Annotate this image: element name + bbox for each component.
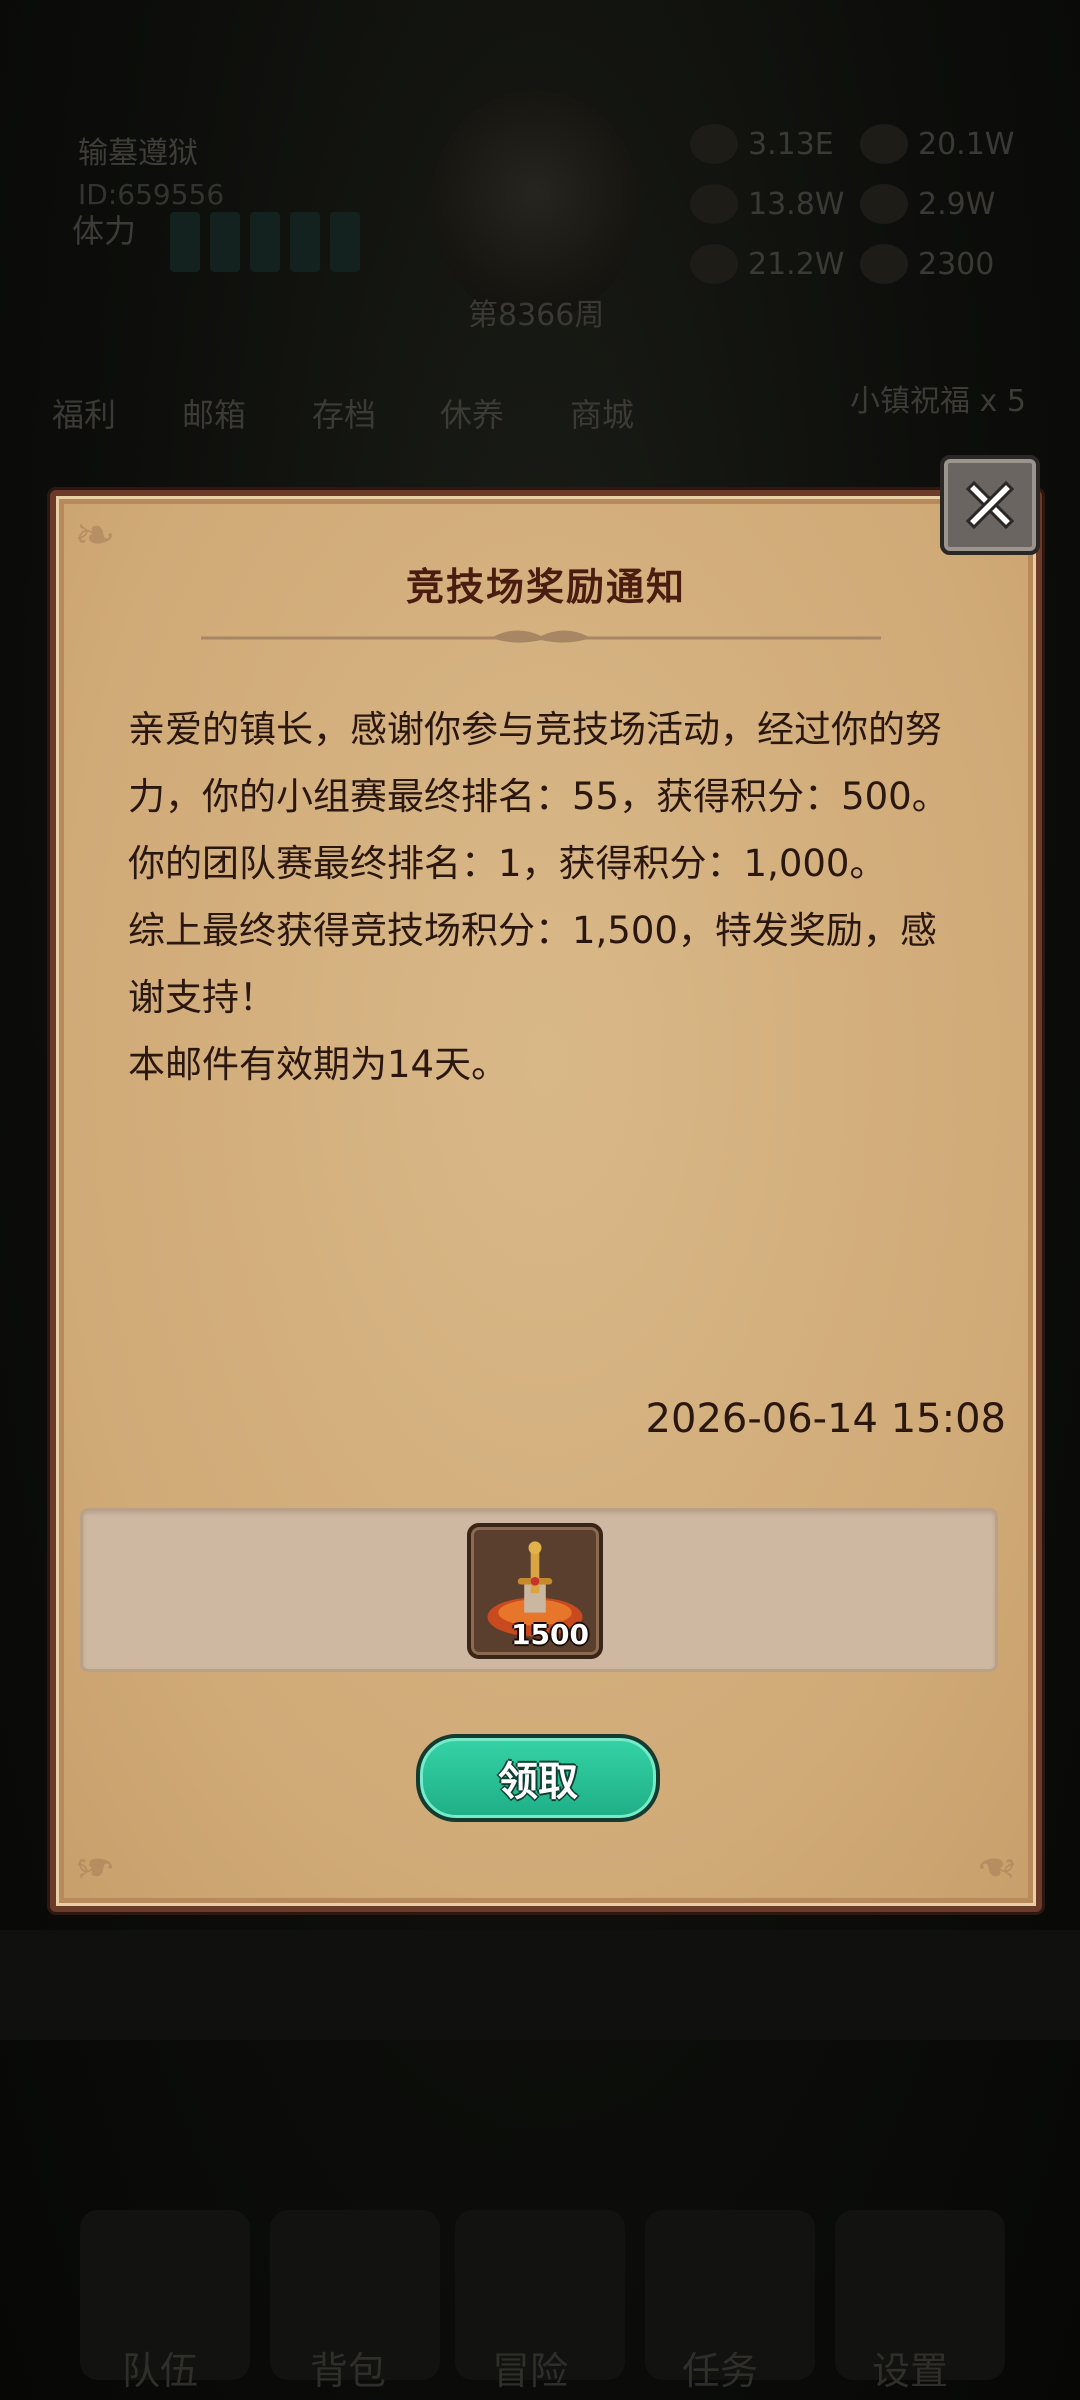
resource-stone: 13.8W xyxy=(690,184,844,224)
corner-ornament: ❧ xyxy=(976,1838,1018,1896)
tab-bag[interactable]: 背包 xyxy=(310,2340,386,2395)
resource-ore: 2.9W xyxy=(860,184,995,224)
resource-wood: 20.1W xyxy=(860,124,1014,164)
stamina-label: 体力 xyxy=(72,212,137,250)
claim-button[interactable]: 领取 xyxy=(416,1734,660,1822)
reward-item[interactable]: 1500 xyxy=(467,1523,603,1659)
ore-icon xyxy=(860,184,908,224)
town-blessing: 小镇祝福 x 5 xyxy=(850,384,1026,419)
title-divider xyxy=(201,630,881,643)
resource-gem: 2300 xyxy=(860,244,994,284)
tab-team[interactable]: 队伍 xyxy=(122,2340,198,2395)
tab-quest[interactable]: 任务 xyxy=(682,2340,758,2395)
mail-timestamp: 2026-06-14 15:08 xyxy=(645,1396,1006,1442)
close-icon xyxy=(965,480,1015,530)
nav-shop[interactable]: 商城 xyxy=(570,390,634,436)
tab-adventure[interactable]: 冒险 xyxy=(492,2340,568,2395)
wood-icon xyxy=(860,124,908,164)
stamina-bar xyxy=(170,212,360,272)
nav-welfare[interactable]: 福利 xyxy=(52,390,116,436)
tab-settings[interactable]: 设置 xyxy=(872,2340,948,2395)
coin-icon xyxy=(690,124,738,164)
player-name: 输墓遵狱 xyxy=(78,136,198,171)
resource-gold: 3.13E xyxy=(690,124,834,164)
reward-quantity: 1500 xyxy=(511,1618,589,1651)
mail-dialog: ❧ ❧ ❧ ❧ 竞技场奖励通知 亲爱的镇长，感谢你参与竞技场活动，经过你的努力，… xyxy=(50,490,1042,1912)
nav-mailbox[interactable]: 邮箱 xyxy=(182,390,246,436)
reward-box: 1500 xyxy=(80,1508,998,1672)
week-counter: 第8366周 xyxy=(468,298,605,333)
gem-icon xyxy=(860,244,908,284)
mail-body: 亲爱的镇长，感谢你参与竞技场活动，经过你的努力，你的小组赛最终排名：55，获得积… xyxy=(128,696,968,1098)
lumber-icon xyxy=(690,244,738,284)
nav-archive[interactable]: 存档 xyxy=(312,390,376,436)
dialog-title: 竞技场奖励通知 xyxy=(405,565,686,609)
corner-ornament: ❧ xyxy=(74,1838,116,1896)
resource-lumber: 21.2W xyxy=(690,244,844,284)
mail-paragraph: 本邮件有效期为14天。 xyxy=(128,1043,509,1086)
avatar xyxy=(430,90,640,320)
mail-paragraph: 综上最终获得竞技场积分：1,500，特发奖励，感谢支持！ xyxy=(128,909,937,1019)
close-button[interactable] xyxy=(940,455,1040,555)
stone-icon xyxy=(690,184,738,224)
mail-paragraph: 亲爱的镇长，感谢你参与竞技场活动，经过你的努力，你的小组赛最终排名：55，获得积… xyxy=(128,708,949,818)
nav-rest[interactable]: 休养 xyxy=(440,390,504,436)
mail-paragraph: 你的团队赛最终排名：1，获得积分：1,000。 xyxy=(128,842,887,885)
background-band xyxy=(0,1930,1080,2040)
